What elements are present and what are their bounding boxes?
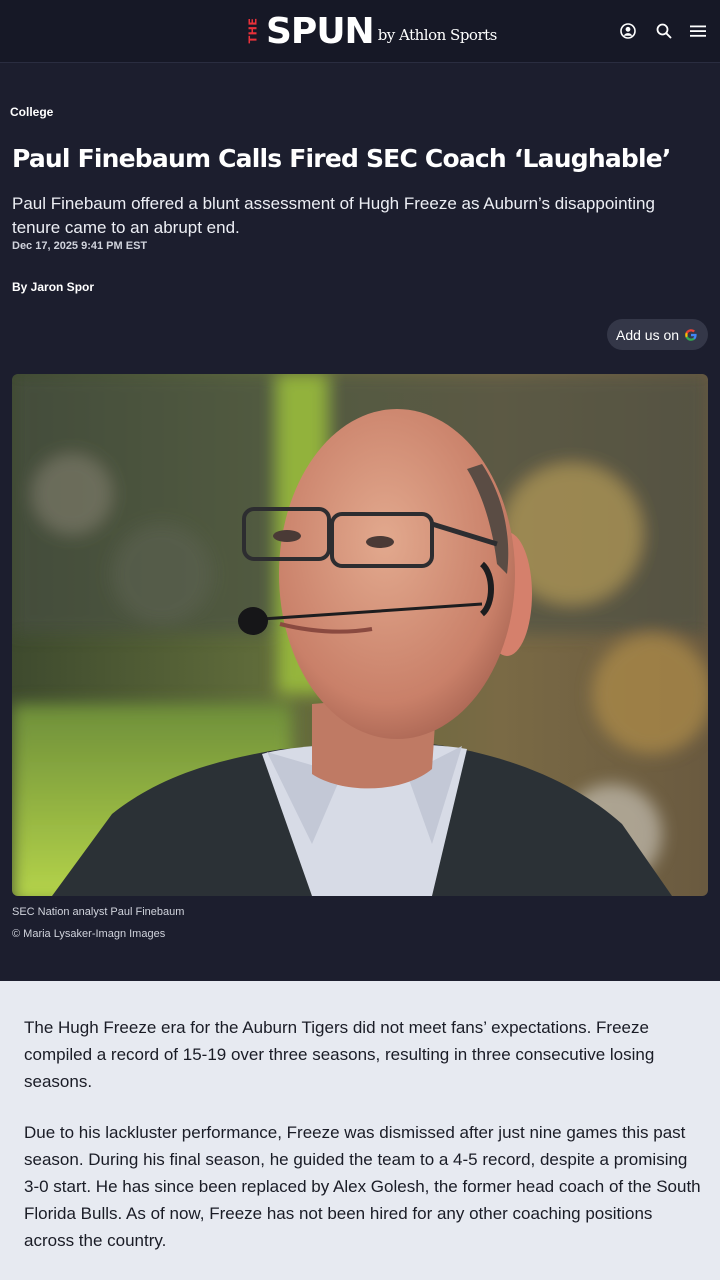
logo-spun-text: SPUN <box>266 11 375 52</box>
logo-by-text: by Athlon Sports <box>377 26 498 44</box>
article-title: Paul Finebaum Calls Fired SEC Coach ‘Lau… <box>12 144 671 173</box>
add-us-on-google-button[interactable]: Add us on <box>607 319 708 350</box>
user-icon[interactable] <box>619 22 637 40</box>
site-header: THE SPUN by Athlon Sports <box>0 0 720 63</box>
article-paragraph: The Hugh Freeze era for the Auburn Tiger… <box>24 1018 655 1091</box>
article-paragraph: Due to his lackluster performance, Freez… <box>24 1123 701 1250</box>
google-icon <box>685 328 697 341</box>
menu-icon[interactable] <box>689 22 707 40</box>
add-us-label: Add us on <box>616 326 680 343</box>
site-logo[interactable]: THE SPUN by Athlon Sports <box>246 11 498 52</box>
logo-the-text: THE <box>246 17 260 44</box>
hero-image <box>12 374 708 896</box>
search-icon[interactable] <box>655 22 673 40</box>
image-caption: SEC Nation analyst Paul Finebaum <box>12 906 185 918</box>
article-dek: Paul Finebaum offered a blunt assessment… <box>12 194 655 237</box>
author-byline[interactable]: By Jaron Spor <box>12 280 94 294</box>
image-credit: © Maria Lysaker-Imagn Images <box>12 928 166 940</box>
category-link[interactable]: College <box>10 105 53 119</box>
publish-date: Dec 17, 2025 9:41 PM EST <box>12 240 148 252</box>
